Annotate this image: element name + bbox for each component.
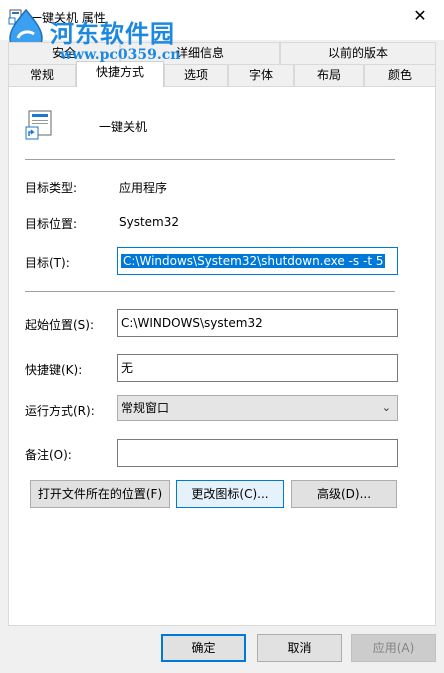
target-location-value: System32 — [119, 215, 180, 229]
target-label: 目标(T): — [25, 256, 70, 270]
run-label: 运行方式(R): — [25, 404, 95, 418]
target-selected-text: C:\Windows\System32\shutdown.exe -s -t 5 — [121, 254, 386, 268]
shortcut-panel: 一键关机 目标类型: 应用程序 目标位置: System32 目标(T): C:… — [8, 86, 436, 626]
cancel-button[interactable]: 取消 — [257, 634, 342, 662]
change-icon-button[interactable]: 更改图标(C)... — [176, 480, 284, 508]
tab-options[interactable]: 选项 — [164, 64, 228, 86]
shortcut-name: 一键关机 — [99, 120, 148, 134]
hotkey-field[interactable]: 无 — [117, 354, 398, 382]
chevron-down-icon: ⌄ — [381, 401, 391, 414]
advanced-button[interactable]: 高级(D)... — [291, 480, 397, 508]
shortcut-file-icon — [25, 110, 52, 140]
comment-label: 备注(O): — [25, 448, 72, 462]
target-type-value: 应用程序 — [119, 181, 168, 195]
tab-general[interactable]: 常规 — [8, 64, 76, 86]
watermark-url: www.pc0359.cn — [60, 47, 181, 63]
separator — [25, 291, 395, 292]
ok-button[interactable]: 确定 — [161, 634, 246, 662]
close-button[interactable]: ✕ — [405, 6, 435, 26]
tab-previous-versions[interactable]: 以前的版本 — [280, 42, 436, 64]
comment-field[interactable] — [117, 439, 398, 467]
target-field[interactable]: C:\Windows\System32\shutdown.exe -s -t 5 — [117, 247, 398, 275]
apply-button[interactable]: 应用(A) — [351, 634, 436, 662]
tab-layout[interactable]: 布局 — [294, 64, 364, 86]
target-location-label: 目标位置: — [25, 217, 78, 231]
target-type-label: 目标类型: — [25, 181, 78, 195]
run-dropdown[interactable]: 常规窗口 ⌄ — [117, 395, 398, 421]
open-file-location-button[interactable]: 打开文件所在的位置(F) — [30, 480, 170, 508]
tab-font[interactable]: 字体 — [228, 64, 294, 86]
tab-shortcut[interactable]: 快捷方式 — [76, 61, 164, 87]
start-in-label: 起始位置(S): — [25, 318, 95, 332]
tab-colors[interactable]: 颜色 — [364, 64, 436, 86]
run-dropdown-value: 常规窗口 — [121, 401, 170, 415]
watermark-site-name: 河东软件园 — [50, 19, 175, 48]
start-in-field[interactable]: C:\WINDOWS\system32 — [117, 309, 398, 337]
hotkey-label: 快捷键(K): — [25, 363, 83, 377]
separator — [25, 159, 395, 160]
